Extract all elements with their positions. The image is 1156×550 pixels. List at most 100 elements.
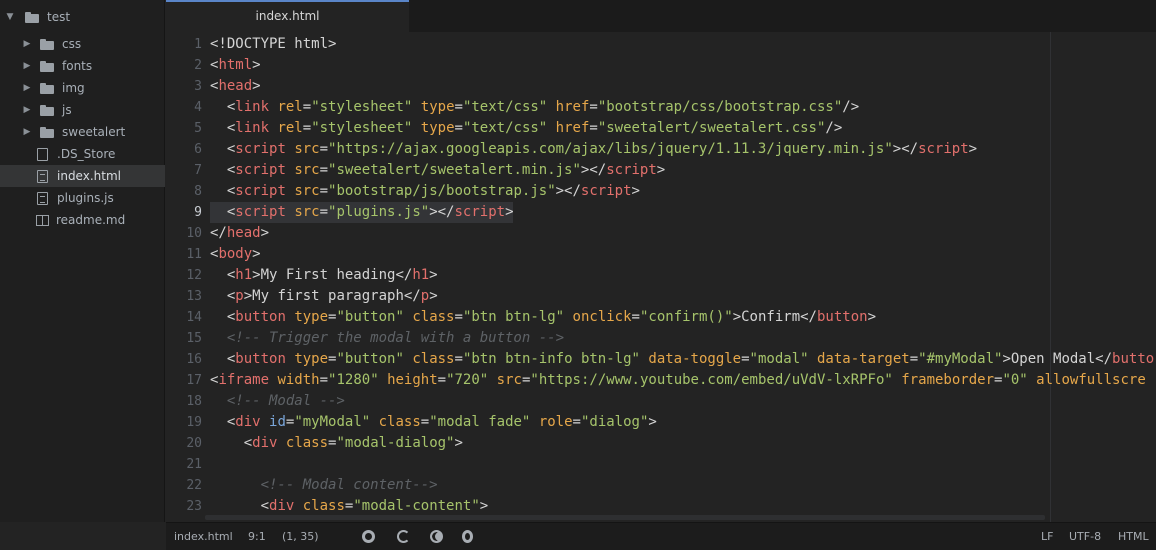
line-number[interactable]: 13	[166, 286, 202, 307]
line-number[interactable]: 3	[166, 76, 202, 97]
line-number[interactable]: 22	[166, 475, 202, 496]
code-token: <	[210, 267, 236, 283]
code-line[interactable]: <script src="sweetalert/sweetalert.min.j…	[210, 160, 665, 181]
chevron-right-icon[interactable]: ▶	[22, 105, 32, 115]
code-token: link	[235, 120, 270, 136]
code-line[interactable]: <!-- Trigger the modal with a button -->	[210, 328, 564, 349]
code-line[interactable]: <!-- Modal -->	[210, 391, 345, 412]
line-number[interactable]: 7	[166, 160, 202, 181]
tree-root-folder[interactable]: ▼ test	[0, 6, 165, 28]
chevron-right-icon[interactable]: ▶	[22, 61, 32, 71]
code-line[interactable]: <head>	[210, 76, 261, 97]
line-number[interactable]: 14	[166, 307, 202, 328]
horizontal-scrollbar[interactable]	[205, 515, 1045, 520]
code-line[interactable]: <link rel="stylesheet" type="text/css" h…	[210, 97, 859, 118]
code-line[interactable]: <script src="plugins.js"></script>	[210, 202, 514, 223]
line-number[interactable]: 5	[166, 118, 202, 139]
code-token: <!-- Modal -->	[210, 393, 345, 409]
code-line[interactable]: <div class="modal-dialog">	[210, 433, 463, 454]
tree-file-ds-store[interactable]: .DS_Store	[0, 143, 165, 165]
chevron-down-icon[interactable]: ▼	[5, 12, 15, 22]
tree-file-plugins-js[interactable]: plugins.js	[0, 187, 165, 209]
code-token: id	[269, 414, 286, 430]
line-number[interactable]: 12	[166, 265, 202, 286]
status-grammar[interactable]: HTML	[1118, 523, 1149, 550]
line-number[interactable]: 15	[166, 328, 202, 349]
code-token: >	[260, 225, 270, 241]
line-number[interactable]: 10	[166, 223, 202, 244]
tree-folder-label: fonts	[62, 59, 93, 73]
line-number[interactable]: 9	[166, 202, 202, 223]
tree-folder-label: sweetalert	[62, 125, 126, 139]
code-line[interactable]: <link rel="stylesheet" type="text/css" h…	[210, 118, 842, 139]
status-encoding[interactable]: UTF-8	[1069, 523, 1101, 550]
chevron-right-icon[interactable]: ▶	[22, 39, 32, 49]
code-line[interactable]: <script src="bootstrap/js/bootstrap.js">…	[210, 181, 640, 202]
tree-view: ▼ test ▶ css ▶ fonts ▶ img ▶ js ▶ sweeta…	[0, 0, 165, 522]
code-line[interactable]: <!DOCTYPE html>	[210, 34, 336, 55]
line-number[interactable]: 20	[166, 433, 202, 454]
line-number[interactable]: 17	[166, 370, 202, 391]
tree-folder-label: css	[62, 37, 82, 51]
chevron-right-icon[interactable]: ▶	[22, 83, 32, 93]
status-line-ending[interactable]: LF	[1041, 523, 1053, 550]
tree-folder-sweetalert[interactable]: ▶ sweetalert	[0, 121, 165, 143]
status-selection-count[interactable]: (1, 35)	[282, 523, 319, 550]
tree-file-readme-md[interactable]: readme.md	[0, 209, 165, 231]
line-number-gutter[interactable]: 1 2 3 4 5 6 7 8 9 10 11 12 13 14 15 16 17 18 19 20 21 22 23	[166, 32, 202, 522]
tab-index-html[interactable]: index.html	[166, 0, 409, 32]
line-number[interactable]: 1	[166, 34, 202, 55]
ie-icon[interactable]	[397, 530, 410, 543]
line-number[interactable]: 8	[166, 181, 202, 202]
code-token: frameborder	[901, 372, 994, 388]
firefox-icon[interactable]	[430, 530, 443, 543]
code-line[interactable]: <div id="myModal" class="modal fade" rol…	[210, 412, 657, 433]
code-token: script	[235, 162, 286, 178]
code-lines[interactable]: <!DOCTYPE html> <html> <head> <link rel="s…	[210, 32, 1156, 522]
code-line[interactable]: <div class="modal-content">	[210, 496, 489, 517]
code-line[interactable]: <html>	[210, 55, 261, 76]
code-token: >	[454, 435, 463, 451]
code-line[interactable]: <!-- Modal content-->	[210, 475, 438, 496]
line-number[interactable]: 21	[166, 454, 202, 475]
code-token: script	[235, 204, 286, 220]
opera-icon[interactable]	[462, 530, 473, 543]
code-line[interactable]: <body>	[210, 244, 261, 265]
code-editor[interactable]: 1 2 3 4 5 6 7 8 9 10 11 12 13 14 15 16 17 18 19 20 21 22 23 <!…	[166, 32, 1156, 522]
line-number[interactable]: 23	[166, 496, 202, 517]
tree-folder-js[interactable]: ▶ js	[0, 99, 165, 121]
code-line[interactable]: <h1>My First heading</h1>	[210, 265, 438, 286]
tree-folder-img[interactable]: ▶ img	[0, 77, 165, 99]
code-line[interactable]: <iframe width="1280" height="720" src="h…	[210, 370, 1146, 391]
line-number[interactable]: 6	[166, 139, 202, 160]
line-number[interactable]: 2	[166, 55, 202, 76]
line-number[interactable]: 16	[166, 349, 202, 370]
code-line[interactable]: </head>	[210, 223, 269, 244]
line-number[interactable]: 11	[166, 244, 202, 265]
code-token: =	[454, 120, 463, 136]
code-token: <!DOCTYPE html>	[210, 36, 337, 52]
chrome-icon[interactable]	[362, 530, 375, 543]
code-line[interactable]: <script src="https://ajax.googleapis.com…	[210, 139, 977, 160]
status-cursor-position[interactable]: 9:1	[248, 523, 266, 550]
code-token: script	[580, 183, 632, 199]
chevron-right-icon[interactable]: ▶	[22, 127, 32, 137]
tree-folder-css[interactable]: ▶ css	[0, 33, 165, 55]
tree-file-label: readme.md	[56, 213, 126, 227]
status-file-name[interactable]: index.html	[174, 523, 233, 550]
code-line[interactable]: <button type="button" class="btn btn-lg"…	[210, 307, 876, 328]
tree-folder-fonts[interactable]: ▶ fonts	[0, 55, 165, 77]
code-token: </	[210, 225, 227, 241]
line-number[interactable]: 4	[166, 97, 202, 118]
code-token: ></	[892, 141, 919, 157]
line-number[interactable]: 18	[166, 391, 202, 412]
code-token: ></	[580, 162, 607, 178]
tree-file-index-html[interactable]: index.html	[0, 165, 165, 187]
code-token: >	[648, 414, 657, 430]
code-line[interactable]: <button type="button" class="btn btn-inf…	[210, 349, 1154, 370]
line-number[interactable]: 19	[166, 412, 202, 433]
code-line[interactable]: <p>My first paragraph</p>	[210, 286, 438, 307]
